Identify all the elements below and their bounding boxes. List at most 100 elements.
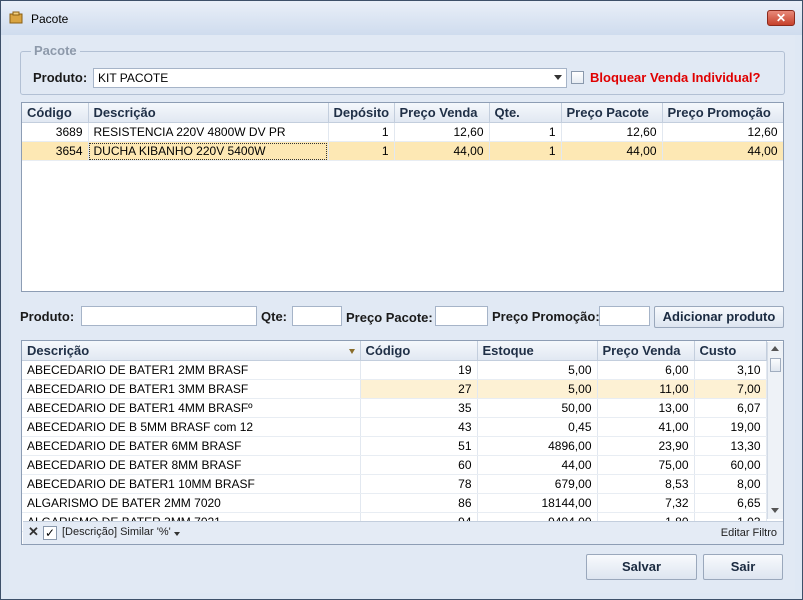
cell-descricao[interactable]: RESISTENCIA 220V 4800W DV PR xyxy=(88,122,329,142)
cell-estoque[interactable]: 18144,00 xyxy=(477,493,598,513)
scroll-down-icon[interactable] xyxy=(771,508,779,513)
cell-qte[interactable]: 1 xyxy=(489,141,562,161)
cell-estoque[interactable]: 4896,00 xyxy=(477,436,598,456)
adicionar-produto-button[interactable]: Adicionar produto xyxy=(654,306,784,328)
cell-preco-venda[interactable]: 6,00 xyxy=(597,360,695,380)
cell-estoque[interactable]: 50,00 xyxy=(477,398,598,418)
cell-deposito[interactable]: 1 xyxy=(328,141,395,161)
cell-preco-venda[interactable]: 13,00 xyxy=(597,398,695,418)
cell-codigo[interactable]: 3689 xyxy=(22,122,89,142)
products-scrollbar[interactable] xyxy=(767,342,783,519)
table-row[interactable]: ABECEDARIO DE BATER 8MM BRASF 60 44,00 7… xyxy=(22,455,767,475)
col-codigo[interactable]: Código xyxy=(22,103,89,123)
items-grid[interactable]: Código Descrição Depósito Preço Venda Qt… xyxy=(21,102,784,292)
col-preco-pacote[interactable]: Preço Pacote xyxy=(561,103,663,123)
cell-custo[interactable]: 60,00 xyxy=(694,455,767,475)
table-row[interactable]: ABECEDARIO DE BATER1 10MM BRASF 78 679,0… xyxy=(22,474,767,494)
cell-preco-venda[interactable]: 7,32 xyxy=(597,493,695,513)
table-row[interactable]: ABECEDARIO DE BATER 6MM BRASF 51 4896,00… xyxy=(22,436,767,456)
cell-preco-promocao[interactable]: 12,60 xyxy=(662,122,783,142)
table-row[interactable]: ABECEDARIO DE BATER1 4MM BRASFº 35 50,00… xyxy=(22,398,767,418)
chevron-down-icon[interactable] xyxy=(554,75,562,80)
cell-codigo[interactable]: 3654 xyxy=(22,141,89,161)
close-button[interactable]: ✕ xyxy=(767,10,795,26)
cell-preco-promocao[interactable]: 44,00 xyxy=(662,141,783,161)
cell-descricao[interactable]: ABECEDARIO DE BATER1 4MM BRASFº xyxy=(22,398,361,418)
table-row[interactable]: ABECEDARIO DE BATER1 2MM BRASF 19 5,00 6… xyxy=(22,360,767,380)
cell-custo[interactable]: 6,65 xyxy=(694,493,767,513)
bloquear-label[interactable]: Bloquear Venda Individual? xyxy=(590,70,760,85)
clear-filter-icon[interactable]: ✕ xyxy=(28,524,39,540)
cell-preco-venda[interactable]: 75,00 xyxy=(597,455,695,475)
table-row[interactable]: ABECEDARIO DE B 5MM BRASF com 12 43 0,45… xyxy=(22,417,767,437)
cell-codigo[interactable]: 35 xyxy=(360,398,478,418)
cell-codigo[interactable]: 51 xyxy=(360,436,478,456)
salvar-button[interactable]: Salvar xyxy=(586,554,697,580)
scroll-thumb[interactable] xyxy=(770,358,781,372)
qte-input[interactable] xyxy=(292,306,342,326)
cell-preco-pacote[interactable]: 44,00 xyxy=(561,141,663,161)
filter-text[interactable]: [Descrição] Similar '%' xyxy=(62,526,171,538)
cell-preco-venda[interactable]: 12,60 xyxy=(394,122,490,142)
col-preco-venda[interactable]: Preço Venda xyxy=(597,341,695,361)
cell-preco-venda[interactable]: 41,00 xyxy=(597,417,695,437)
cell-custo[interactable]: 8,00 xyxy=(694,474,767,494)
filter-icon[interactable] xyxy=(348,349,355,354)
cell-estoque[interactable]: 44,00 xyxy=(477,455,598,475)
col-descricao[interactable]: Descrição xyxy=(22,341,361,361)
cell-descricao[interactable]: ABECEDARIO DE BATER 8MM BRASF xyxy=(22,455,361,475)
col-custo[interactable]: Custo xyxy=(694,341,767,361)
cell-estoque[interactable]: 679,00 xyxy=(477,474,598,494)
cell-codigo[interactable]: 43 xyxy=(360,417,478,437)
add-produto-input[interactable] xyxy=(81,306,257,326)
editar-filtro-link[interactable]: Editar Filtro xyxy=(721,527,777,539)
col-qte[interactable]: Qte. xyxy=(489,103,562,123)
cell-custo[interactable]: 7,00 xyxy=(694,379,767,399)
preco-promocao-input[interactable] xyxy=(599,306,650,326)
col-deposito[interactable]: Depósito xyxy=(328,103,395,123)
cell-estoque[interactable]: 5,00 xyxy=(477,360,598,380)
col-preco-promocao[interactable]: Preço Promoção xyxy=(662,103,783,123)
col-descricao[interactable]: Descrição xyxy=(88,103,329,123)
produto-combo[interactable]: KIT PACOTE xyxy=(93,68,567,88)
table-row[interactable]: 3689 RESISTENCIA 220V 4800W DV PR 1 12,6… xyxy=(22,122,783,142)
col-estoque[interactable]: Estoque xyxy=(477,341,598,361)
cell-preco-venda[interactable]: 8,53 xyxy=(597,474,695,494)
cell-descricao[interactable]: ABECEDARIO DE BATER1 10MM BRASF xyxy=(22,474,361,494)
col-preco-venda[interactable]: Preço Venda xyxy=(394,103,490,123)
cell-preco-venda[interactable]: 11,00 xyxy=(597,379,695,399)
cell-custo[interactable]: 13,30 xyxy=(694,436,767,456)
cell-descricao[interactable]: ABECEDARIO DE BATER 6MM BRASF xyxy=(22,436,361,456)
cell-qte[interactable]: 1 xyxy=(489,122,562,142)
cell-descricao[interactable]: ABECEDARIO DE BATER1 3MM BRASF xyxy=(22,379,361,399)
table-row[interactable]: ALGARISMO DE BATER 2MM 7020 86 18144,00 … xyxy=(22,493,767,513)
cell-codigo[interactable]: 19 xyxy=(360,360,478,380)
cell-descricao[interactable]: ABECEDARIO DE B 5MM BRASF com 12 xyxy=(22,417,361,437)
preco-pacote-input[interactable] xyxy=(435,306,488,326)
cell-custo[interactable]: 19,00 xyxy=(694,417,767,437)
col-codigo[interactable]: Código xyxy=(360,341,478,361)
chevron-down-icon[interactable] xyxy=(174,532,180,536)
bloquear-checkbox[interactable] xyxy=(571,71,584,84)
table-row-selected[interactable]: 3654 DUCHA KIBANHO 220V 5400W 1 44,00 1 … xyxy=(22,141,783,161)
cell-codigo[interactable]: 60 xyxy=(360,455,478,475)
cell-codigo[interactable]: 86 xyxy=(360,493,478,513)
table-row-highlighted[interactable]: ABECEDARIO DE BATER1 3MM BRASF 27 5,00 1… xyxy=(22,379,767,399)
cell-descricao[interactable]: ABECEDARIO DE BATER1 2MM BRASF xyxy=(22,360,361,380)
cell-codigo[interactable]: 27 xyxy=(360,379,478,399)
cell-preco-pacote[interactable]: 12,60 xyxy=(561,122,663,142)
cell-custo[interactable]: 6,07 xyxy=(694,398,767,418)
cell-estoque[interactable]: 5,00 xyxy=(477,379,598,399)
cell-custo[interactable]: 3,10 xyxy=(694,360,767,380)
scroll-up-icon[interactable] xyxy=(771,346,779,351)
cell-codigo[interactable]: 78 xyxy=(360,474,478,494)
cell-preco-venda[interactable]: 23,90 xyxy=(597,436,695,456)
cell-preco-venda[interactable]: 44,00 xyxy=(394,141,490,161)
cell-descricao[interactable]: ALGARISMO DE BATER 2MM 7020 xyxy=(22,493,361,513)
products-grid[interactable]: Descrição Código Estoque Preço Venda Cus… xyxy=(21,340,784,545)
sair-button[interactable]: Sair xyxy=(703,554,783,580)
cell-deposito[interactable]: 1 xyxy=(328,122,395,142)
filter-enabled-checkbox[interactable]: ✓ xyxy=(43,526,57,540)
cell-estoque[interactable]: 0,45 xyxy=(477,417,598,437)
cell-descricao[interactable]: DUCHA KIBANHO 220V 5400W xyxy=(88,141,329,161)
